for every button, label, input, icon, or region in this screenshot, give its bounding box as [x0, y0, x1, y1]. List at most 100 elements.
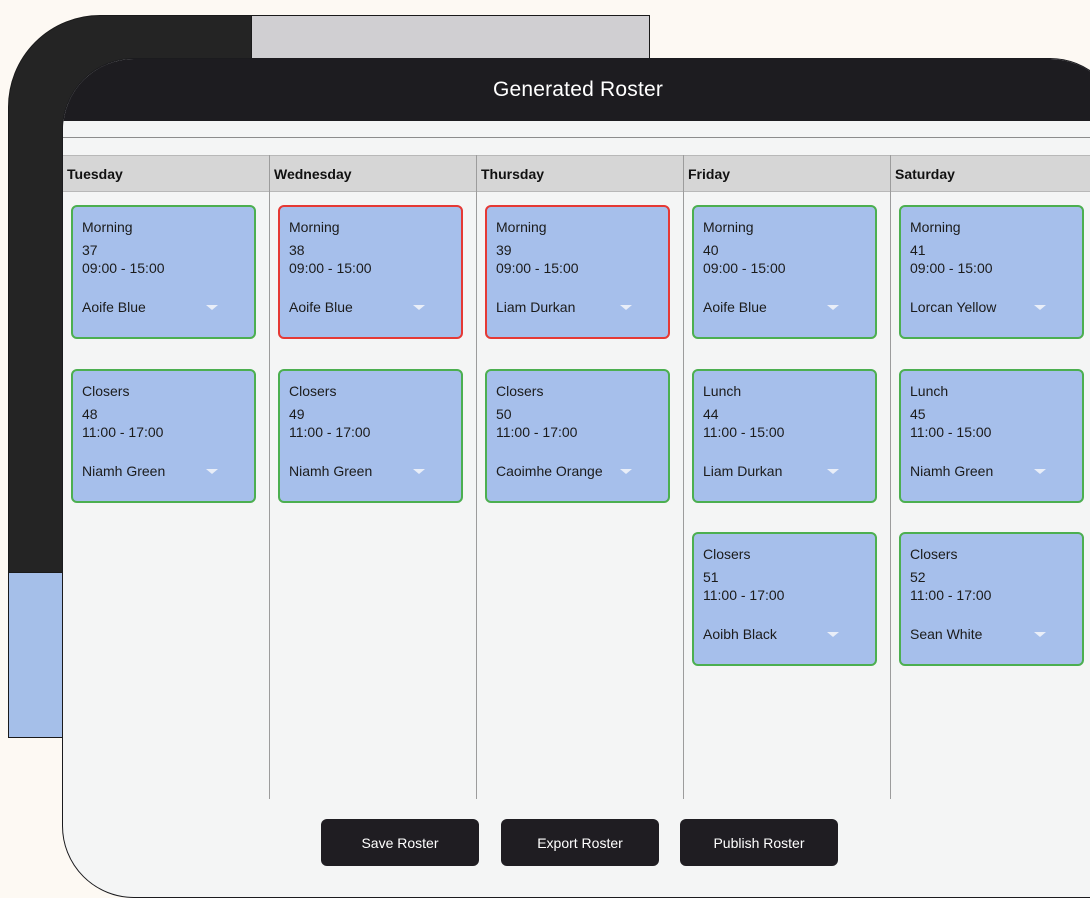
shift-time: 11:00 - 17:00 — [703, 587, 785, 603]
shift-type: Morning — [289, 219, 340, 235]
day-header: Friday — [684, 155, 890, 192]
assignee-name: Niamh Green — [82, 463, 166, 479]
shift-id: 44 — [703, 406, 719, 422]
shift-card[interactable]: Lunch 45 11:00 - 15:00 Niamh Green — [899, 369, 1084, 503]
shift-time: 09:00 - 15:00 — [910, 260, 993, 276]
shift-type: Lunch — [703, 383, 742, 399]
shift-type: Closers — [82, 383, 130, 399]
day-header: Wednesday — [270, 155, 476, 192]
chevron-down-icon[interactable] — [413, 468, 425, 474]
chevron-down-icon[interactable] — [827, 468, 839, 474]
shift-card[interactable]: Morning 40 09:00 - 15:00 Aoife Blue — [692, 205, 877, 339]
shift-card[interactable]: Closers 51 11:00 - 17:00 Aoibh Black — [692, 532, 877, 666]
assignee-name: Aoibh Black — [703, 626, 777, 642]
shift-type: Closers — [703, 546, 751, 562]
chevron-down-icon[interactable] — [1034, 468, 1046, 474]
day-column-thursday: Thursday Morning 39 09:00 - 15:00 Liam Durka… — [477, 155, 684, 799]
chevron-down-icon[interactable] — [827, 304, 839, 310]
assignee-dropdown[interactable]: Liam Durkan — [703, 463, 839, 479]
assignee-dropdown[interactable]: Caoimhe Orange — [496, 463, 632, 479]
chevron-down-icon[interactable] — [827, 631, 839, 637]
shift-card[interactable]: Closers 50 11:00 - 17:00 Caoimhe Orange — [485, 369, 670, 503]
shift-card[interactable]: Morning 39 09:00 - 15:00 Liam Durkan — [485, 205, 670, 339]
assignee-name: Lorcan Yellow — [910, 299, 997, 315]
shift-id: 49 — [289, 406, 305, 422]
shift-card[interactable]: Morning 37 09:00 - 15:00 Aoife Blue — [71, 205, 256, 339]
shift-card[interactable]: Morning 41 09:00 - 15:00 Lorcan Yellow — [899, 205, 1084, 339]
assignee-dropdown[interactable]: Aoife Blue — [703, 299, 839, 315]
shift-time: 11:00 - 17:00 — [496, 424, 578, 440]
shift-id: 37 — [82, 242, 98, 258]
assignee-name: Aoife Blue — [82, 299, 146, 315]
shift-time: 09:00 - 15:00 — [703, 260, 786, 276]
day-column-friday: Friday Morning 40 09:00 - 15:00 Aoife Blue Lu… — [684, 155, 891, 799]
assignee-dropdown[interactable]: Aoife Blue — [289, 299, 425, 315]
assignee-name: Niamh Green — [910, 463, 994, 479]
day-column-saturday: Saturday Morning 41 09:00 - 15:00 Lorcan Yel… — [891, 155, 1090, 799]
assignee-name: Sean White — [910, 626, 983, 642]
publish-roster-button[interactable]: Publish Roster — [680, 819, 838, 866]
shift-card[interactable]: Closers 49 11:00 - 17:00 Niamh Green — [278, 369, 463, 503]
shift-time: 09:00 - 15:00 — [496, 260, 579, 276]
shift-time: 11:00 - 15:00 — [910, 424, 992, 440]
shift-type: Closers — [910, 546, 958, 562]
shift-type: Morning — [910, 219, 961, 235]
day-column-tuesday: Tuesday Morning 37 09:00 - 15:00 Aoife Blue C… — [63, 155, 270, 799]
shift-type: Morning — [496, 219, 547, 235]
shift-time: 09:00 - 15:00 — [82, 260, 165, 276]
assignee-dropdown[interactable]: Lorcan Yellow — [910, 299, 1046, 315]
day-column-wednesday: Wednesday Morning 38 09:00 - 15:00 Aoife Blu… — [270, 155, 477, 799]
chevron-down-icon[interactable] — [206, 468, 218, 474]
assignee-dropdown[interactable]: Liam Durkan — [496, 299, 632, 315]
shift-id: 39 — [496, 242, 512, 258]
title-bar: Generated Roster — [63, 59, 1090, 121]
shift-card[interactable]: Lunch 44 11:00 - 15:00 Liam Durkan — [692, 369, 877, 503]
shift-id: 50 — [496, 406, 512, 422]
chevron-down-icon[interactable] — [413, 304, 425, 310]
shift-card[interactable]: Morning 38 09:00 - 15:00 Aoife Blue — [278, 205, 463, 339]
shift-id: 38 — [289, 242, 305, 258]
shift-id: 40 — [703, 242, 719, 258]
chevron-down-icon[interactable] — [620, 304, 632, 310]
window-title: Generated Roster — [492, 78, 664, 101]
shift-time: 09:00 - 15:00 — [289, 260, 372, 276]
shift-type: Closers — [496, 383, 544, 399]
day-header: Saturday — [891, 155, 1090, 192]
assignee-dropdown[interactable]: Aoibh Black — [703, 626, 839, 642]
shift-id: 51 — [703, 569, 719, 585]
export-roster-button[interactable]: Export Roster — [501, 819, 659, 866]
chevron-down-icon[interactable] — [620, 468, 632, 474]
assignee-name: Liam Durkan — [496, 299, 576, 315]
shift-id: 48 — [82, 406, 98, 422]
shift-time: 11:00 - 15:00 — [703, 424, 785, 440]
shift-time: 11:00 - 17:00 — [289, 424, 371, 440]
chevron-down-icon[interactable] — [1034, 304, 1046, 310]
shift-card[interactable]: Closers 48 11:00 - 17:00 Niamh Green — [71, 369, 256, 503]
toolbar-strip — [63, 121, 1090, 138]
save-roster-button[interactable]: Save Roster — [321, 819, 479, 866]
chevron-down-icon[interactable] — [206, 304, 218, 310]
roster-window: Generated Roster Tuesday Morning 37 09:00 -… — [62, 58, 1090, 898]
assignee-name: Liam Durkan — [703, 463, 783, 479]
chevron-down-icon[interactable] — [1034, 631, 1046, 637]
shift-time: 11:00 - 17:00 — [910, 587, 992, 603]
assignee-name: Aoife Blue — [703, 299, 767, 315]
shift-type: Morning — [82, 219, 133, 235]
shift-type: Lunch — [910, 383, 949, 399]
shift-card[interactable]: Closers 52 11:00 - 17:00 Sean White — [899, 532, 1084, 666]
roster-grid: Tuesday Morning 37 09:00 - 15:00 Aoife Blue C… — [63, 155, 1090, 799]
assignee-name: Caoimhe Orange — [496, 463, 603, 479]
shift-id: 52 — [910, 569, 926, 585]
shift-time: 11:00 - 17:00 — [82, 424, 164, 440]
assignee-dropdown[interactable]: Niamh Green — [82, 463, 218, 479]
assignee-dropdown[interactable]: Sean White — [910, 626, 1046, 642]
assignee-dropdown[interactable]: Aoife Blue — [82, 299, 218, 315]
assignee-dropdown[interactable]: Niamh Green — [910, 463, 1046, 479]
assignee-dropdown[interactable]: Niamh Green — [289, 463, 425, 479]
assignee-name: Niamh Green — [289, 463, 373, 479]
shift-id: 41 — [910, 242, 926, 258]
shift-type: Morning — [703, 219, 754, 235]
shift-id: 45 — [910, 406, 926, 422]
day-header: Tuesday — [63, 155, 269, 192]
assignee-name: Aoife Blue — [289, 299, 353, 315]
